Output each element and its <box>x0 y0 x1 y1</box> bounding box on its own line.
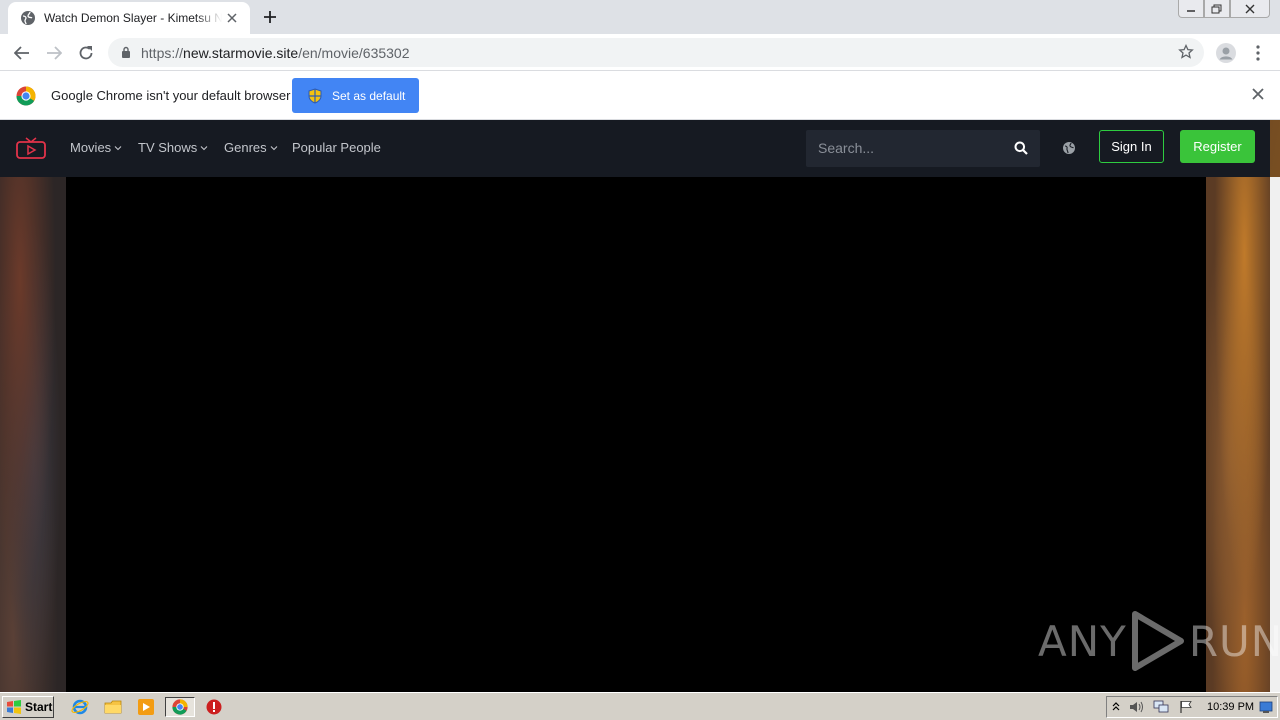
windows-flag-icon <box>7 700 21 714</box>
tab-strip: Watch Demon Slayer - Kimetsu No Yaiba <box>0 0 1280 34</box>
site-logo-tv-icon[interactable] <box>16 137 46 159</box>
chrome-logo-icon <box>16 86 36 106</box>
nav-genres[interactable]: Genres <box>224 140 278 155</box>
back-arrow-icon <box>14 46 29 60</box>
taskbar-media-player[interactable] <box>135 697 157 717</box>
default-browser-infobar: Google Chrome isn't your default browser… <box>0 71 1280 120</box>
windows-taskbar: Start 10:39 PM <box>0 692 1280 720</box>
start-button[interactable]: Start <box>2 696 54 718</box>
show-desktop-icon[interactable] <box>1259 700 1273 714</box>
clock: 10:39 PM <box>1207 701 1255 713</box>
minimize-button[interactable] <box>1178 0 1204 18</box>
chevron-down-icon <box>114 145 122 150</box>
nav-movies-label: Movies <box>70 140 112 155</box>
close-window-button[interactable] <box>1230 0 1270 18</box>
back-button[interactable] <box>10 41 34 65</box>
window-controls <box>1178 0 1270 18</box>
taskbar-ie[interactable] <box>69 697 91 717</box>
volume-icon[interactable] <box>1129 700 1145 714</box>
taskbar-stop-app[interactable] <box>203 697 225 717</box>
globe-icon <box>21 11 35 25</box>
search-placeholder: Search... <box>818 140 875 156</box>
forward-button[interactable] <box>42 41 66 65</box>
lock-icon <box>122 46 130 58</box>
profile-button[interactable] <box>1214 41 1238 65</box>
infobar-close-icon[interactable] <box>1252 88 1264 100</box>
more-vert-icon <box>1256 45 1260 61</box>
infobar-message: Google Chrome isn't your default browser <box>51 88 291 103</box>
web-page: Movies TV Shows Genres Popular People Se… <box>0 120 1280 692</box>
url-scheme: https:// <box>141 45 184 61</box>
watermark-left-text: ANY <box>1038 616 1127 666</box>
nav-popular-people-label: Popular People <box>292 140 381 155</box>
taskbar-chrome[interactable] <box>165 697 195 717</box>
browser-toolbar: https://new.starmovie.site/en/movie/6353… <box>0 34 1280 71</box>
start-label: Start <box>25 700 53 714</box>
restore-button[interactable] <box>1204 0 1230 18</box>
video-player[interactable] <box>66 177 1206 692</box>
uac-shield-icon <box>308 87 322 104</box>
reload-button[interactable] <box>74 41 98 65</box>
menu-button[interactable] <box>1246 41 1270 65</box>
chevron-down-icon <box>270 145 278 150</box>
url-path: /en/movie/635302 <box>298 45 410 61</box>
restore-icon <box>1211 4 1222 13</box>
set-as-default-label: Set as default <box>332 88 406 103</box>
url-text: https://new.starmovie.site/en/movie/6353… <box>141 45 410 61</box>
minimize-icon <box>1187 9 1195 12</box>
browser-tab[interactable]: Watch Demon Slayer - Kimetsu No Yaiba <box>8 2 250 34</box>
nav-genres-label: Genres <box>224 140 267 155</box>
plus-icon <box>264 11 276 23</box>
search-icon[interactable] <box>1014 141 1028 155</box>
chrome-icon <box>172 699 188 715</box>
language-globe-icon[interactable] <box>1062 141 1076 155</box>
forward-arrow-icon <box>47 46 62 60</box>
watermark-right-text: RUN <box>1188 616 1280 666</box>
tab-close-icon[interactable] <box>224 10 240 26</box>
tray-expand-icon[interactable] <box>1112 700 1120 714</box>
nav-movies[interactable]: Movies <box>70 140 122 155</box>
network-icon[interactable] <box>1153 700 1169 714</box>
search-input[interactable]: Search... <box>806 130 1040 167</box>
address-bar[interactable]: https://new.starmovie.site/en/movie/6353… <box>108 38 1204 67</box>
close-icon <box>1245 4 1255 13</box>
stop-icon <box>206 699 222 715</box>
avatar-icon <box>1216 43 1236 63</box>
set-as-default-button[interactable]: Set as default <box>292 78 419 113</box>
play-logo-icon <box>1131 611 1184 671</box>
tab-title: Watch Demon Slayer - Kimetsu No Yaiba <box>44 11 222 25</box>
explorer-icon <box>104 700 122 714</box>
nav-tv-shows[interactable]: TV Shows <box>138 140 208 155</box>
system-tray: 10:39 PM <box>1106 696 1278 718</box>
reload-icon <box>79 46 93 60</box>
media-player-icon <box>138 699 154 715</box>
register-button[interactable]: Register <box>1180 130 1255 163</box>
site-navbar: Movies TV Shows Genres Popular People Se… <box>0 120 1270 177</box>
taskbar-explorer[interactable] <box>102 697 124 717</box>
nav-tv-shows-label: TV Shows <box>138 140 198 155</box>
nav-popular-people[interactable]: Popular People <box>292 140 381 155</box>
new-tab-button[interactable] <box>258 6 282 28</box>
anyrun-watermark: ANY RUN <box>1038 610 1280 672</box>
sign-in-button[interactable]: Sign In <box>1099 130 1164 163</box>
bookmark-star-icon[interactable] <box>1178 44 1194 60</box>
ie-icon <box>71 699 89 715</box>
chevron-down-icon <box>200 145 208 150</box>
background-art-left <box>0 177 66 692</box>
action-center-flag-icon[interactable] <box>1179 700 1193 714</box>
url-host: new.starmovie.site <box>183 45 299 61</box>
